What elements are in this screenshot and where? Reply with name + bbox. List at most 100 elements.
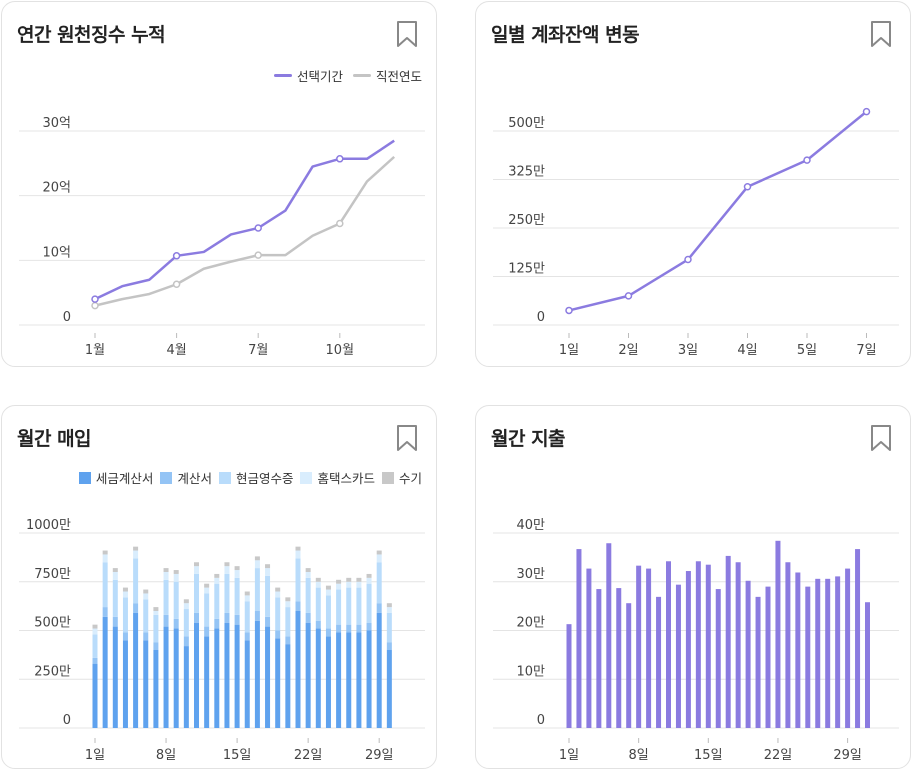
bar bbox=[755, 596, 761, 728]
bar-segment bbox=[315, 620, 321, 629]
bar-segment bbox=[346, 577, 352, 582]
series-line bbox=[568, 110, 868, 312]
bar-segment bbox=[254, 611, 260, 621]
bar-segment bbox=[183, 609, 189, 637]
bar-segment bbox=[143, 593, 149, 600]
bar-segment bbox=[265, 568, 271, 576]
bar-segment bbox=[92, 657, 98, 664]
data-point bbox=[336, 155, 344, 163]
bar-segment bbox=[366, 630, 372, 728]
bar-segment bbox=[112, 572, 118, 580]
bar-segment bbox=[285, 597, 291, 602]
x-tick-label: 22일 bbox=[764, 748, 793, 763]
bar-segment bbox=[112, 616, 118, 627]
y-tick-label: 0 bbox=[537, 713, 545, 728]
bar-segment bbox=[285, 607, 291, 637]
bar-segment bbox=[173, 618, 179, 629]
bar-segment bbox=[244, 601, 250, 633]
bar-segment bbox=[92, 663, 98, 728]
bar-segment bbox=[305, 612, 311, 623]
bar-segment bbox=[244, 591, 250, 596]
bar bbox=[616, 588, 622, 728]
bar-segment bbox=[285, 644, 291, 728]
bar-segment bbox=[376, 562, 382, 604]
bar-segment bbox=[305, 577, 311, 613]
bar-segment bbox=[224, 622, 230, 728]
bar-segment bbox=[224, 573, 230, 613]
bar bbox=[805, 586, 811, 728]
bar-segment bbox=[356, 624, 362, 633]
bar-segment bbox=[275, 597, 281, 631]
x-tick-label: 1월 bbox=[85, 343, 105, 358]
bar-segment bbox=[194, 566, 199, 574]
bar bbox=[576, 549, 582, 728]
bar-segment bbox=[325, 595, 331, 629]
series-line bbox=[94, 139, 395, 301]
bar-segment bbox=[122, 640, 128, 728]
bar-segment bbox=[386, 603, 392, 608]
y-tick-label: 20만 bbox=[516, 616, 545, 631]
bar-segment bbox=[295, 546, 301, 551]
bar-segment bbox=[214, 583, 220, 619]
bar bbox=[715, 589, 721, 728]
monthly-expense-card: 월간 지출 0 10만 20만 30만 40만 1일 8일 15일 22일 29일 bbox=[475, 405, 911, 769]
data-point bbox=[862, 107, 871, 116]
bar-segment bbox=[183, 646, 189, 728]
bar-segment bbox=[346, 624, 352, 633]
data-point bbox=[254, 224, 262, 232]
bar bbox=[835, 576, 841, 728]
bar-segment bbox=[305, 568, 311, 572]
bar bbox=[626, 603, 632, 728]
bar-segment bbox=[285, 636, 291, 645]
y-tick-label: 40만 bbox=[516, 518, 545, 533]
y-tick-label: 250만 bbox=[34, 664, 71, 679]
bar-segment bbox=[224, 612, 230, 623]
x-tick-label: 4월 bbox=[166, 343, 186, 358]
bar-segment bbox=[275, 638, 281, 728]
purchase-bar-chart: 0 250만 500만 750만 1000만 1일 8일 15일 22일 29일 bbox=[19, 518, 425, 763]
bar-segment bbox=[163, 568, 169, 572]
bar-segment bbox=[275, 591, 281, 598]
y-tick-label: 250만 bbox=[508, 213, 545, 228]
bar-segment bbox=[153, 611, 159, 615]
bar bbox=[795, 572, 801, 728]
bar-segment bbox=[315, 577, 321, 582]
bar bbox=[745, 580, 751, 728]
bar-segment bbox=[366, 573, 372, 578]
x-tick-label: 4일 bbox=[737, 343, 757, 358]
bar bbox=[695, 561, 701, 728]
bar-segment bbox=[163, 579, 169, 615]
x-tick-label: 22일 bbox=[294, 748, 323, 763]
x-tick-label: 1일 bbox=[85, 748, 105, 763]
x-tick-label: 29일 bbox=[365, 748, 394, 763]
bar-segment bbox=[204, 636, 210, 728]
data-point bbox=[336, 219, 344, 228]
x-tick-label: 7월 bbox=[248, 343, 268, 358]
bar bbox=[606, 543, 612, 728]
bar-segment bbox=[275, 630, 281, 639]
bar-segment bbox=[244, 632, 250, 641]
data-point bbox=[172, 280, 181, 289]
bar bbox=[855, 549, 861, 728]
bar bbox=[586, 568, 592, 728]
bar bbox=[725, 555, 731, 728]
y-tick-label: 750만 bbox=[34, 567, 71, 582]
bar-segment bbox=[173, 581, 179, 619]
bar-segment bbox=[194, 573, 199, 613]
bar-segment bbox=[92, 624, 98, 629]
bar-segment bbox=[346, 632, 352, 728]
bar-segment bbox=[102, 550, 108, 555]
x-tick-label: 3일 bbox=[678, 343, 698, 358]
bar-segment bbox=[194, 562, 199, 567]
bar-segment bbox=[285, 601, 291, 608]
bar-segment bbox=[133, 558, 139, 604]
bar-segment bbox=[325, 585, 331, 590]
bar-segment bbox=[234, 570, 240, 578]
bar-segment bbox=[325, 628, 331, 637]
bar-segment bbox=[325, 636, 331, 728]
x-tick-label: 15일 bbox=[694, 748, 723, 763]
bar-segment bbox=[163, 626, 169, 728]
bar-segment bbox=[265, 564, 271, 569]
data-point bbox=[172, 252, 181, 260]
bar-segment bbox=[143, 599, 149, 633]
